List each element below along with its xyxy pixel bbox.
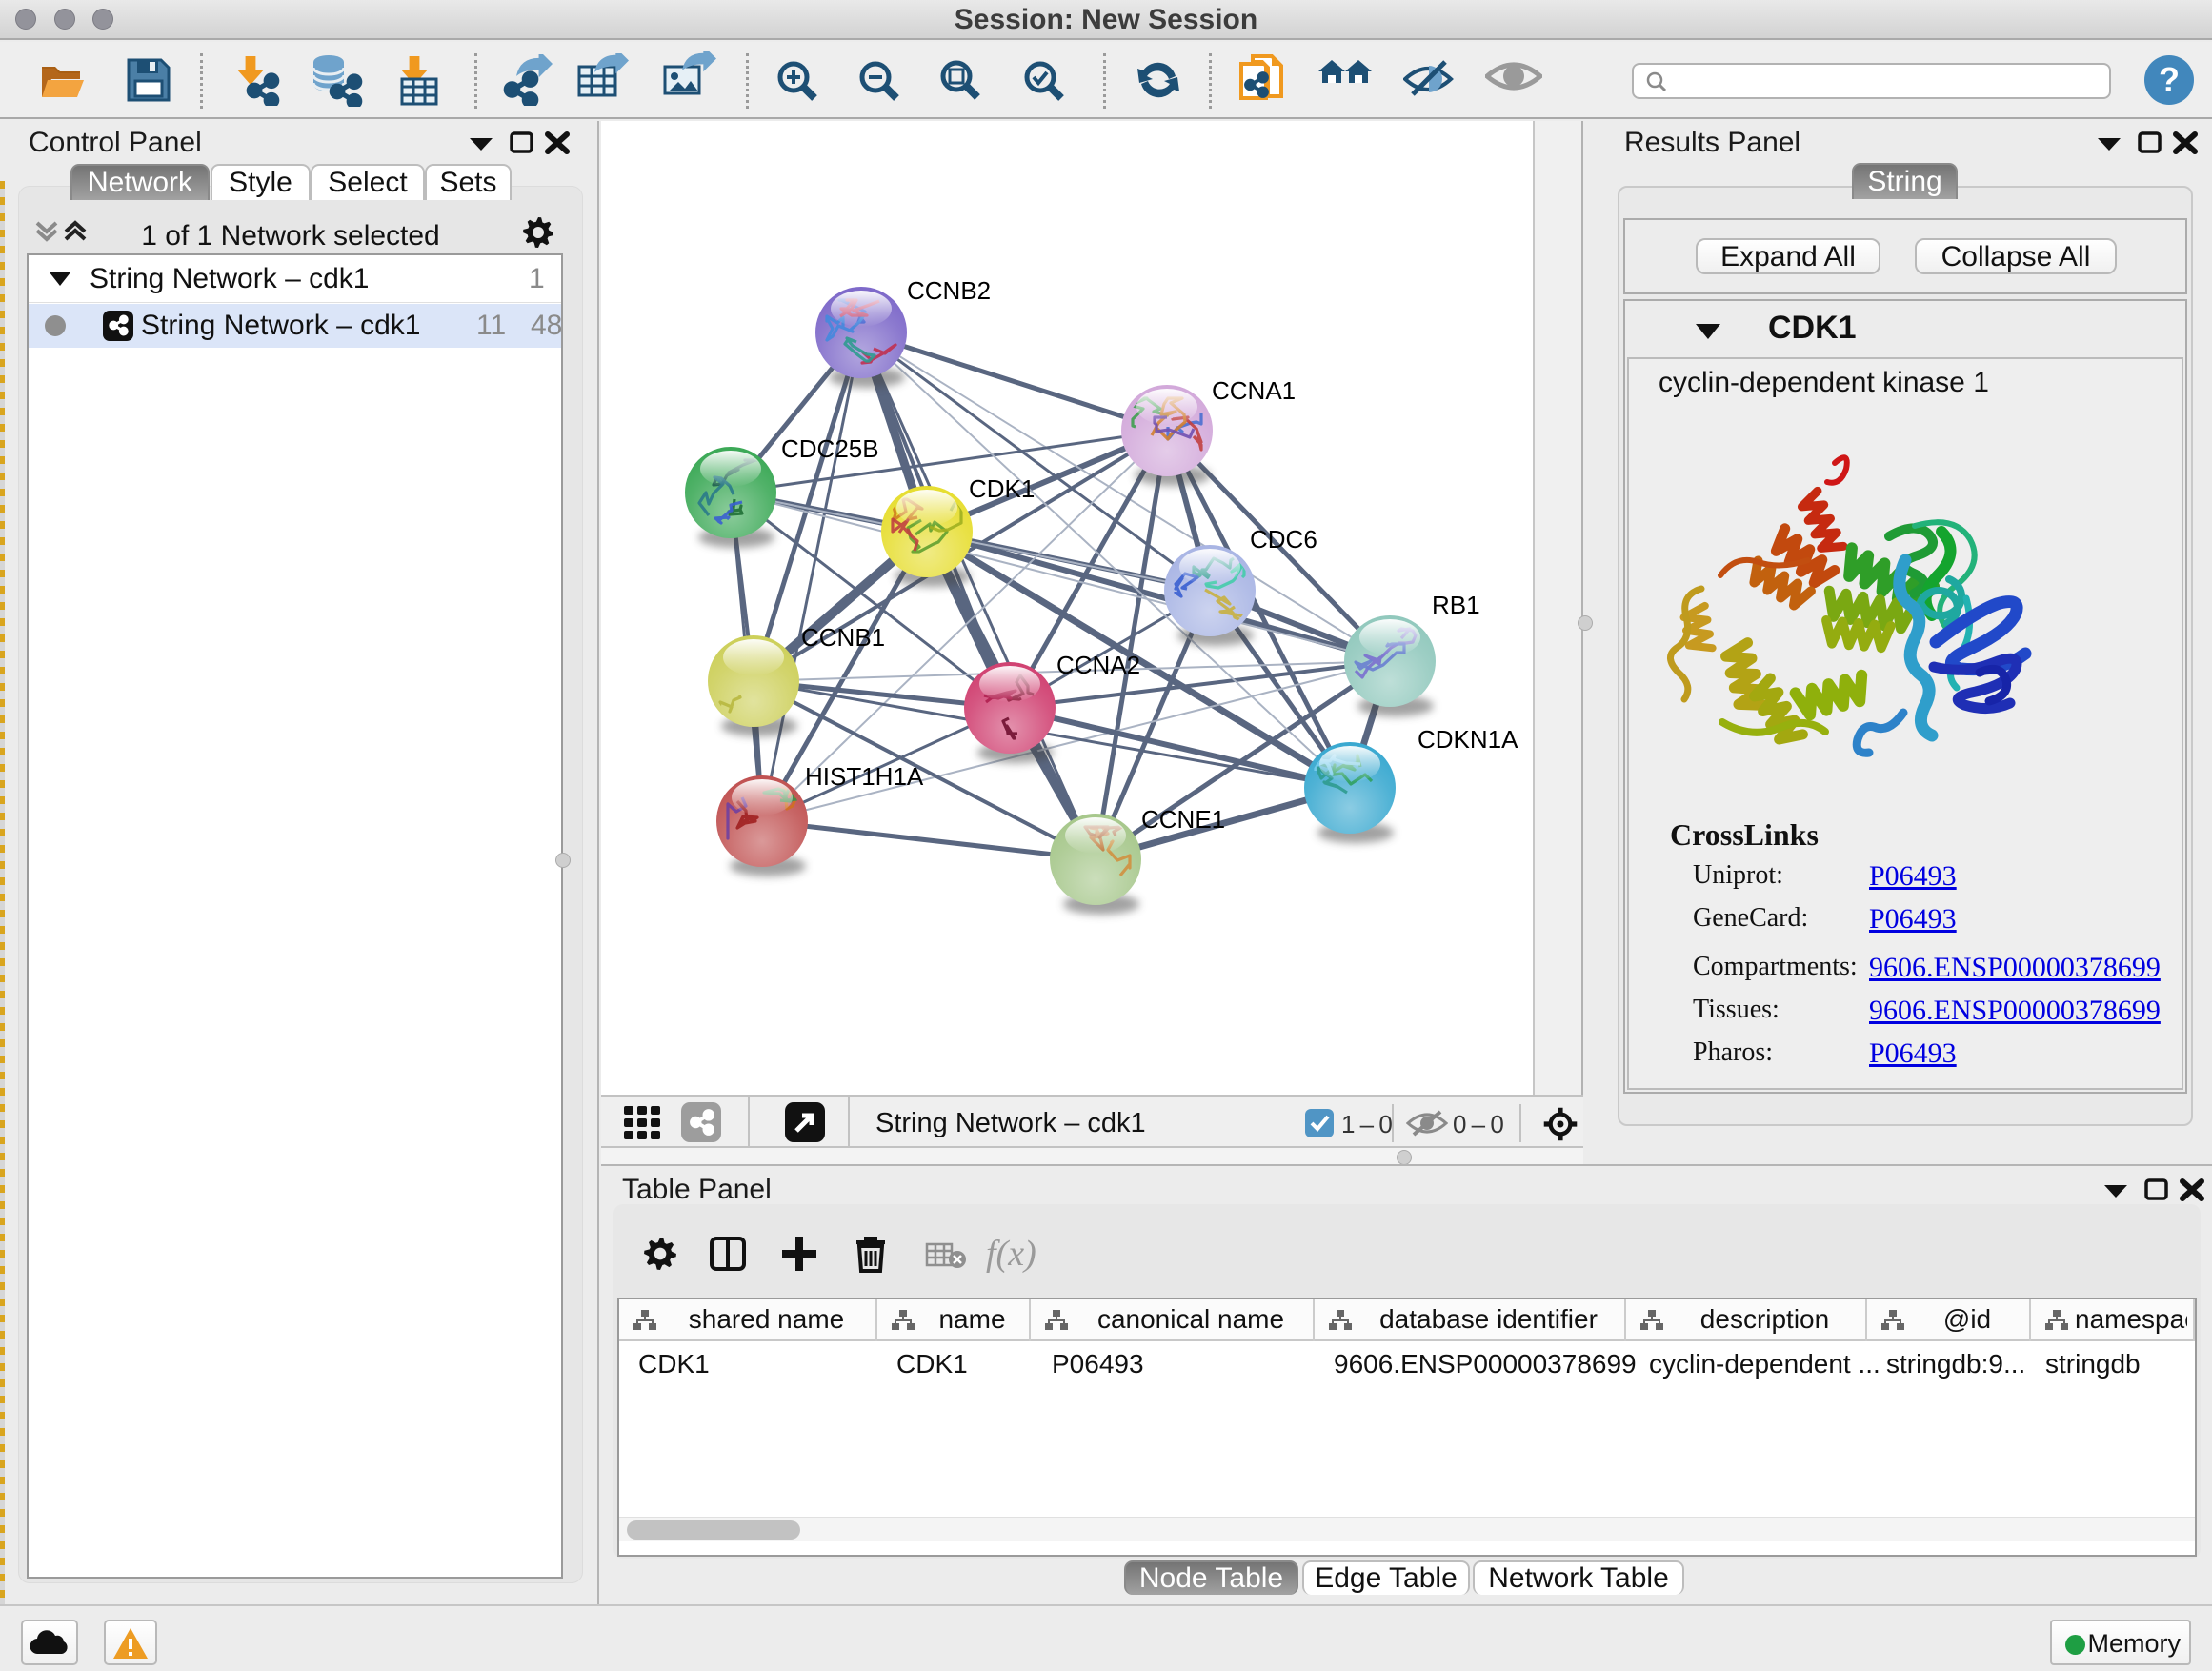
svg-text:HIST1H1A: HIST1H1A [805, 762, 924, 791]
svg-text:CCNA2: CCNA2 [1056, 651, 1140, 679]
svg-text:CDC6: CDC6 [1250, 525, 1317, 554]
svg-text:CCNE1: CCNE1 [1141, 805, 1225, 834]
svg-text:CCNB1: CCNB1 [801, 623, 885, 652]
svg-text:CDC25B: CDC25B [781, 434, 879, 463]
svg-text:CDKN1A: CDKN1A [1418, 725, 1518, 754]
svg-text:CCNA1: CCNA1 [1212, 376, 1296, 405]
svg-text:CDK1: CDK1 [969, 474, 1035, 503]
svg-text:RB1: RB1 [1432, 591, 1480, 619]
svg-text:CCNB2: CCNB2 [907, 276, 991, 305]
